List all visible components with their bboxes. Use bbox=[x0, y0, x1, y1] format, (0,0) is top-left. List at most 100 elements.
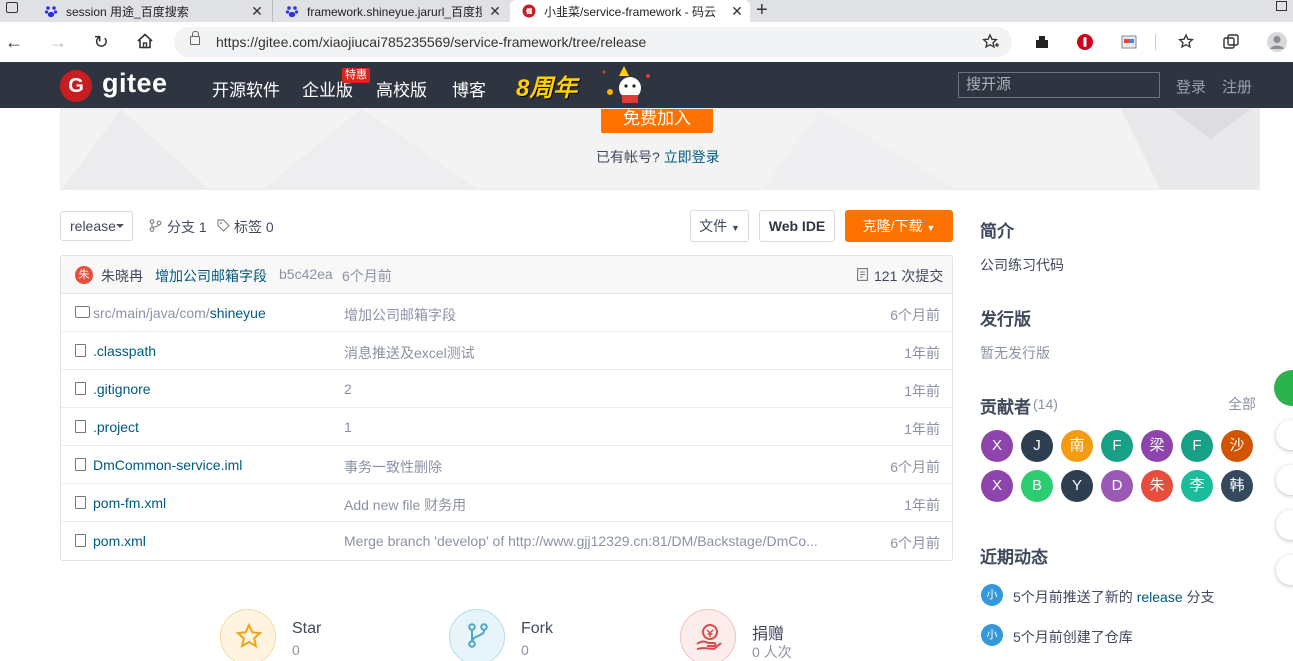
fork-label[interactable]: Fork bbox=[521, 620, 553, 638]
file-path-prefix[interactable]: src/main/java/com/ bbox=[93, 305, 210, 321]
register-link[interactable]: 注册 bbox=[1222, 76, 1252, 97]
file-name[interactable]: .classpath bbox=[93, 343, 156, 359]
releases-heading[interactable]: 发行版 bbox=[980, 305, 1031, 330]
file-commit-message[interactable]: 消息推送及excel测试 bbox=[344, 343, 824, 363]
commit-author[interactable]: 朱晓冉 bbox=[101, 266, 143, 286]
file-menu-button[interactable]: 文件 ▼ bbox=[690, 210, 749, 242]
nav-blog[interactable]: 博客 bbox=[452, 76, 486, 101]
file-name[interactable]: pom-fm.xml bbox=[93, 495, 166, 511]
file-name[interactable]: pom.xml bbox=[93, 533, 146, 549]
donate-icon[interactable] bbox=[680, 609, 736, 661]
nav-education[interactable]: 高校版 bbox=[376, 76, 427, 101]
file-name-text[interactable]: pom-fm.xml bbox=[93, 495, 166, 511]
floating-feedback-button[interactable] bbox=[1276, 465, 1293, 495]
contributor-avatar[interactable]: B bbox=[1021, 470, 1053, 502]
file-name-text[interactable]: pom.xml bbox=[93, 533, 146, 549]
gitee-logo-text[interactable]: gitee bbox=[102, 68, 168, 99]
contributors-heading[interactable]: 贡献者 bbox=[980, 393, 1031, 418]
clone-download-button[interactable]: 克隆/下载 ▼ bbox=[845, 210, 953, 242]
contributor-avatar[interactable]: 李 bbox=[1181, 470, 1213, 502]
activity-avatar[interactable]: 小 bbox=[981, 584, 1003, 606]
file-name-text[interactable]: .project bbox=[93, 419, 139, 435]
new-tab-icon[interactable]: + bbox=[756, 0, 768, 22]
close-tab-icon[interactable]: ✕ bbox=[250, 3, 264, 20]
login-now-link[interactable]: 立即登录 bbox=[664, 149, 720, 165]
window-menu-icon[interactable] bbox=[6, 2, 18, 13]
gitee-logo-icon[interactable]: G bbox=[60, 70, 92, 102]
floating-notice-button[interactable] bbox=[1276, 510, 1293, 540]
author-avatar[interactable]: 朱 bbox=[75, 266, 93, 284]
floating-help-button[interactable] bbox=[1274, 370, 1293, 406]
file-commit-message[interactable]: 1 bbox=[344, 419, 824, 435]
browser-tab-1[interactable]: session 用途_百度搜索 ✕ bbox=[30, 0, 270, 22]
file-row[interactable]: pom.xml Merge branch 'develop' of http://… bbox=[61, 522, 952, 560]
activity-avatar[interactable]: 小 bbox=[981, 624, 1003, 646]
star-label[interactable]: Star bbox=[292, 620, 321, 638]
profile-avatar-icon[interactable] bbox=[1266, 31, 1288, 53]
close-tab-icon[interactable]: ✕ bbox=[730, 3, 744, 20]
adblock-icon[interactable] bbox=[1076, 33, 1094, 51]
forward-icon[interactable]: → bbox=[46, 30, 70, 54]
star-count[interactable]: 0 bbox=[292, 642, 300, 658]
contributor-avatar[interactable]: F bbox=[1181, 430, 1213, 462]
contributor-avatar[interactable]: 南 bbox=[1061, 430, 1093, 462]
file-row[interactable]: .classpath 消息推送及excel测试 1年前 bbox=[61, 332, 952, 370]
file-name-text[interactable]: .classpath bbox=[93, 343, 156, 359]
floating-top-button[interactable] bbox=[1276, 555, 1293, 585]
home-icon[interactable] bbox=[136, 32, 154, 50]
window-restore-icon[interactable] bbox=[1276, 1, 1287, 11]
contributor-avatar[interactable]: F bbox=[1101, 430, 1133, 462]
file-commit-message[interactable]: 2 bbox=[344, 381, 824, 397]
address-bar[interactable]: https://gitee.com/xiaojiucai785235569/se… bbox=[174, 27, 1012, 57]
extension-icon[interactable] bbox=[1033, 33, 1051, 51]
file-name-text[interactable]: DmCommon-service.iml bbox=[93, 457, 242, 473]
file-commit-message[interactable]: 增加公司邮箱字段 bbox=[344, 305, 824, 325]
fork-icon[interactable] bbox=[449, 609, 505, 661]
contributor-avatar[interactable]: 朱 bbox=[1141, 470, 1173, 502]
file-row[interactable]: src/main/java/com/shineyue 增加公司邮箱字段 6个月前 bbox=[61, 294, 952, 332]
file-name[interactable]: DmCommon-service.iml bbox=[93, 457, 242, 473]
file-name[interactable]: src/main/java/com/shineyue bbox=[93, 305, 266, 321]
donate-label[interactable]: 捐赠 bbox=[752, 620, 784, 644]
join-free-button[interactable]: 免费加入 bbox=[601, 109, 713, 133]
close-tab-icon[interactable]: ✕ bbox=[488, 3, 502, 20]
branch-count[interactable]: 分支 1 bbox=[167, 217, 207, 237]
nav-open-source[interactable]: 开源软件 bbox=[212, 76, 280, 101]
url-text[interactable]: https://gitee.com/xiaojiucai785235569/se… bbox=[216, 34, 646, 50]
commit-count[interactable]: 121 次提交 bbox=[874, 266, 943, 286]
contributor-avatar[interactable]: 梁 bbox=[1141, 430, 1173, 462]
contributor-avatar[interactable]: J bbox=[1021, 430, 1053, 462]
file-row[interactable]: .gitignore 2 1年前 bbox=[61, 370, 952, 408]
file-commit-message[interactable]: 事务一致性删除 bbox=[344, 457, 824, 477]
floating-edit-button[interactable] bbox=[1276, 420, 1293, 450]
file-row[interactable]: DmCommon-service.iml 事务一致性删除 6个月前 bbox=[61, 446, 952, 484]
commit-hash[interactable]: b5c42ea bbox=[279, 266, 333, 282]
file-name-text[interactable]: .gitignore bbox=[93, 381, 151, 397]
file-name[interactable]: .gitignore bbox=[93, 381, 151, 397]
web-ide-button[interactable]: Web IDE bbox=[759, 210, 835, 242]
contributors-all-link[interactable]: 全部 bbox=[1228, 394, 1256, 414]
tag-count[interactable]: 标签 0 bbox=[234, 217, 274, 237]
reload-icon[interactable]: ↻ bbox=[89, 30, 113, 54]
branch-select[interactable]: release bbox=[60, 211, 133, 241]
login-link[interactable]: 登录 bbox=[1176, 76, 1206, 97]
extension-icon[interactable] bbox=[1120, 33, 1138, 51]
browser-tab-3-active[interactable]: 小韭菜/service-framework - 码云 ✕ bbox=[510, 0, 750, 22]
activity-branch-link[interactable]: release bbox=[1137, 589, 1183, 605]
add-favorite-icon[interactable] bbox=[982, 33, 1000, 51]
collections-icon[interactable] bbox=[1222, 33, 1240, 51]
search-input[interactable]: 搜开源 bbox=[958, 72, 1160, 98]
contributor-avatar[interactable]: X bbox=[981, 470, 1013, 502]
file-row[interactable]: .project 1 1年前 bbox=[61, 408, 952, 446]
contributor-avatar[interactable]: D bbox=[1101, 470, 1133, 502]
favorites-icon[interactable] bbox=[1178, 33, 1196, 51]
file-name[interactable]: .project bbox=[93, 419, 139, 435]
star-icon[interactable] bbox=[220, 609, 276, 661]
file-commit-message[interactable]: Add new file 财务用 bbox=[344, 495, 824, 515]
contributor-avatar[interactable]: Y bbox=[1061, 470, 1093, 502]
fork-count[interactable]: 0 bbox=[521, 642, 529, 658]
back-icon[interactable]: ← bbox=[2, 30, 26, 54]
contributor-avatar[interactable]: 韩 bbox=[1221, 470, 1253, 502]
contributor-avatar[interactable]: 沙 bbox=[1221, 430, 1253, 462]
commit-message[interactable]: 增加公司邮箱字段 bbox=[155, 266, 267, 286]
